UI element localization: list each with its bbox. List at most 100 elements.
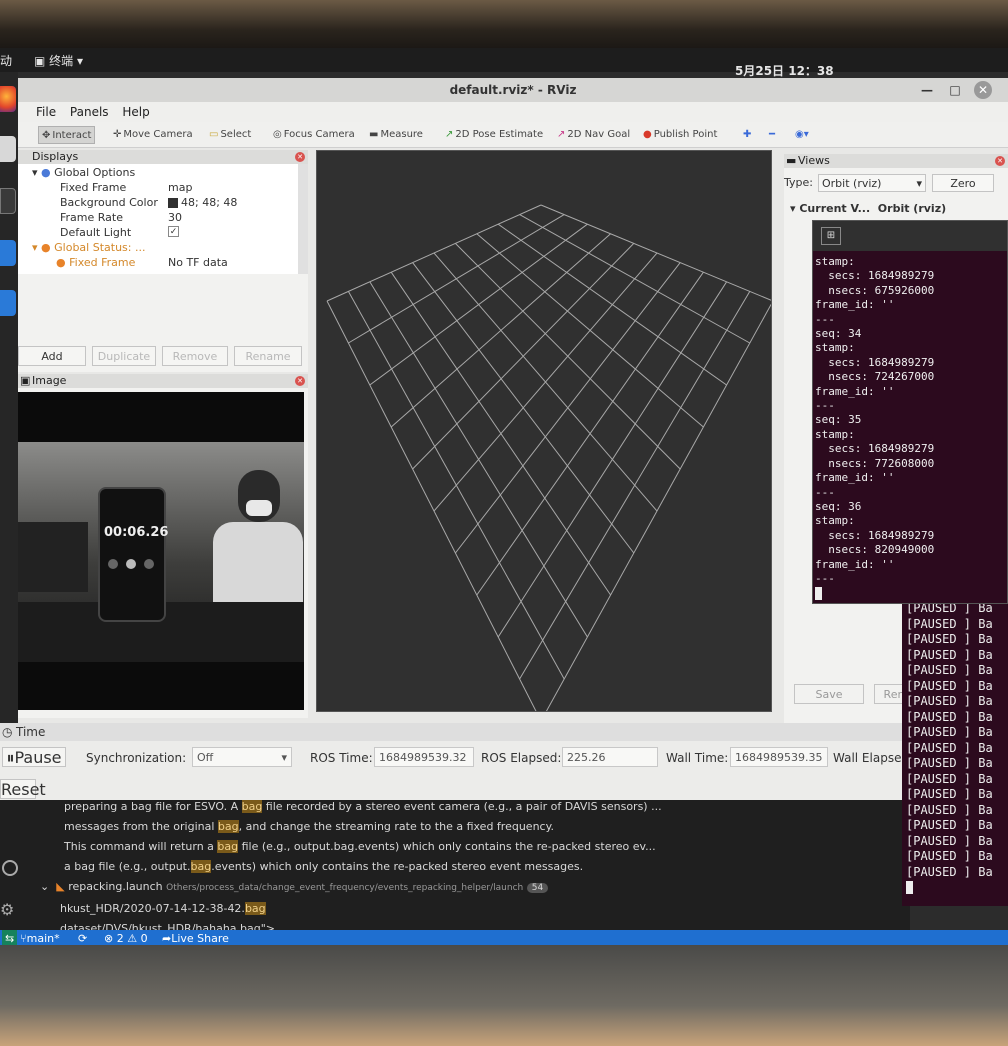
- wall-time-field[interactable]: 1684989539.35: [730, 747, 828, 767]
- tree-row-global-status[interactable]: ▾ ● Global Status: ...: [18, 241, 296, 256]
- tree-row-default-light[interactable]: Default Light ✓: [18, 226, 296, 241]
- search-result-file[interactable]: ⌄ ◣ repacking.launch Others/process_data…: [40, 880, 549, 893]
- phone-button-icon: [108, 559, 118, 569]
- terminal-line: secs: 1684989279: [815, 355, 935, 369]
- menu-help[interactable]: Help: [122, 105, 149, 119]
- zero-button[interactable]: Zero: [932, 174, 994, 192]
- tool-interact[interactable]: ✥ Interact: [38, 126, 96, 144]
- terminal-line: ---: [815, 571, 835, 585]
- ros-time-field[interactable]: 1684989539.32: [374, 747, 474, 767]
- rosbag-status-line: [PAUSED ] Ba: [906, 725, 993, 739]
- current-view-row[interactable]: ▾ Current V... Orbit (rviz): [790, 202, 946, 215]
- add-button[interactable]: Add: [18, 346, 86, 366]
- tool-2d-nav-goal[interactable]: ↗ 2D Nav Goal: [554, 126, 633, 144]
- file-name: repacking.launch: [68, 880, 163, 893]
- rosbag-terminal[interactable]: [PAUSED ] Ba [PAUSED ] Ba [PAUSED ] Ba [PAU…: [902, 601, 1008, 906]
- color-value: 48; 48; 48: [181, 196, 238, 209]
- displays-scrollbar[interactable]: [298, 164, 308, 274]
- interact-icon: ✥: [42, 130, 51, 141]
- minimize-icon[interactable]: —: [918, 81, 936, 99]
- reset-button[interactable]: Reset: [0, 779, 46, 799]
- tree-row-fixed-frame[interactable]: Fixed Frame map: [18, 181, 296, 196]
- row-value[interactable]: 30: [168, 211, 182, 224]
- tree-row-background-color[interactable]: Background Color 48; 48; 48: [18, 196, 296, 211]
- remove-button[interactable]: Remove: [162, 346, 228, 366]
- code-line: This command will return a bag file (e.g…: [64, 840, 656, 853]
- tool-2d-pose-estimate[interactable]: ↗ 2D Pose Estimate: [442, 126, 546, 144]
- maximize-icon[interactable]: □: [946, 81, 964, 99]
- close-panel-icon[interactable]: ✕: [995, 156, 1005, 166]
- pause-button[interactable]: ⏸Pause: [2, 747, 66, 767]
- terminal-line: secs: 1684989279: [815, 442, 935, 456]
- rosbag-status-line: [PAUSED ] Ba: [906, 802, 993, 817]
- combo-value: Orbit (rviz): [822, 177, 882, 190]
- views-panel-header: ▬ Views ✕: [784, 154, 1008, 168]
- remove-tool-icon[interactable]: ━: [766, 126, 778, 144]
- files-icon[interactable]: [0, 136, 16, 162]
- new-tab-icon[interactable]: ⊞: [821, 227, 841, 245]
- terminal-icon[interactable]: [0, 188, 16, 214]
- sync-select[interactable]: Off ▾: [192, 747, 292, 767]
- tool-publish-point[interactable]: ● Publish Point: [640, 126, 720, 144]
- tool-focus-camera[interactable]: ◎ Focus Camera: [270, 126, 358, 144]
- mask-shape: [246, 500, 272, 516]
- tool-select[interactable]: ▭ Select: [206, 126, 254, 144]
- rename-button[interactable]: Rename: [234, 346, 302, 366]
- row-value[interactable]: map: [168, 181, 192, 194]
- tree-row-fixed-frame-status[interactable]: ● Fixed Frame No TF data: [18, 256, 296, 271]
- tool-move-camera[interactable]: ✛ Move Camera: [110, 126, 196, 144]
- ros-elapsed-field[interactable]: 225.26: [562, 747, 658, 767]
- account-icon[interactable]: [2, 860, 18, 876]
- warning-icon: ●: [41, 241, 51, 254]
- menu-panels[interactable]: Panels: [70, 105, 109, 119]
- terminal-line: frame_id: '': [815, 557, 895, 571]
- person-shape: [213, 522, 303, 602]
- terminal-line: secs: 1684989279: [815, 269, 935, 283]
- view-type-select[interactable]: Orbit (rviz) ▾: [818, 174, 926, 192]
- row-key: Fixed Frame: [69, 256, 136, 269]
- rosbag-status-line: [PAUSED ] Ba: [906, 849, 993, 863]
- phone-timer: 00:06.26: [104, 525, 169, 540]
- match-count-badge: 54: [526, 883, 549, 893]
- row-key: Fixed Frame: [60, 181, 127, 194]
- tool-label: Publish Point: [653, 129, 718, 140]
- views-panel-icon: ▬: [786, 154, 797, 167]
- close-panel-icon[interactable]: ✕: [295, 152, 305, 162]
- terminal-line: ---: [815, 312, 835, 326]
- close-icon[interactable]: ✕: [974, 81, 992, 99]
- activities-button[interactable]: 动: [0, 52, 12, 69]
- tool-label: Focus Camera: [283, 129, 355, 140]
- tool-bar: ✥ Interact ✛ Move Camera ▭ Select ◎ Focus Ca…: [18, 122, 1008, 148]
- checkbox[interactable]: ✓: [168, 226, 179, 237]
- close-panel-icon[interactable]: ✕: [295, 376, 305, 386]
- rosbag-status-line: [PAUSED ] Ba: [906, 818, 993, 832]
- duplicate-button[interactable]: Duplicate: [92, 346, 156, 366]
- clock[interactable]: 5月25日 12：38: [735, 62, 834, 79]
- tree-row-global-options[interactable]: ▾ ● Global Options: [18, 166, 296, 181]
- tree-row-frame-rate[interactable]: Frame Rate 30: [18, 211, 296, 226]
- add-tool-icon[interactable]: ✚: [740, 126, 754, 144]
- camera-image: 00:06.26: [18, 442, 304, 662]
- rosbag-status-line: [PAUSED ] Ba: [906, 616, 993, 631]
- save-view-button[interactable]: Save: [794, 684, 864, 704]
- settings-gear-icon[interactable]: ⚙: [0, 900, 14, 919]
- code-line: a bag file (e.g., output.bag.events) whi…: [64, 860, 584, 873]
- firefox-icon[interactable]: [0, 86, 16, 112]
- warning-icon: ●: [56, 256, 66, 269]
- rosbag-status-line: [PAUSED ] Ba: [906, 740, 993, 755]
- app-menu-terminal[interactable]: ▣ 终端 ▾: [34, 52, 83, 69]
- pose-arrow-icon: ↗: [445, 129, 454, 140]
- menu-file[interactable]: File: [36, 105, 56, 119]
- sync-label: Synchronization:: [86, 751, 187, 765]
- tool-properties-icon[interactable]: ◉▾: [792, 126, 812, 144]
- terminal-line: stamp:: [815, 255, 855, 268]
- terminal-cursor: [815, 586, 822, 600]
- row-value[interactable]: 48; 48; 48: [168, 196, 237, 209]
- app-icon[interactable]: [0, 290, 16, 316]
- rostopic-terminal[interactable]: ⊞ stamp: secs: 1684989279 nsecs: 6759260…: [812, 220, 1008, 604]
- tool-measure[interactable]: ▬ Measure: [366, 126, 426, 144]
- rosbag-status-line: [PAUSED ] Ba: [906, 833, 993, 848]
- grid-line: [369, 281, 588, 638]
- vscode-icon[interactable]: [0, 240, 16, 266]
- 3d-view[interactable]: [316, 150, 772, 712]
